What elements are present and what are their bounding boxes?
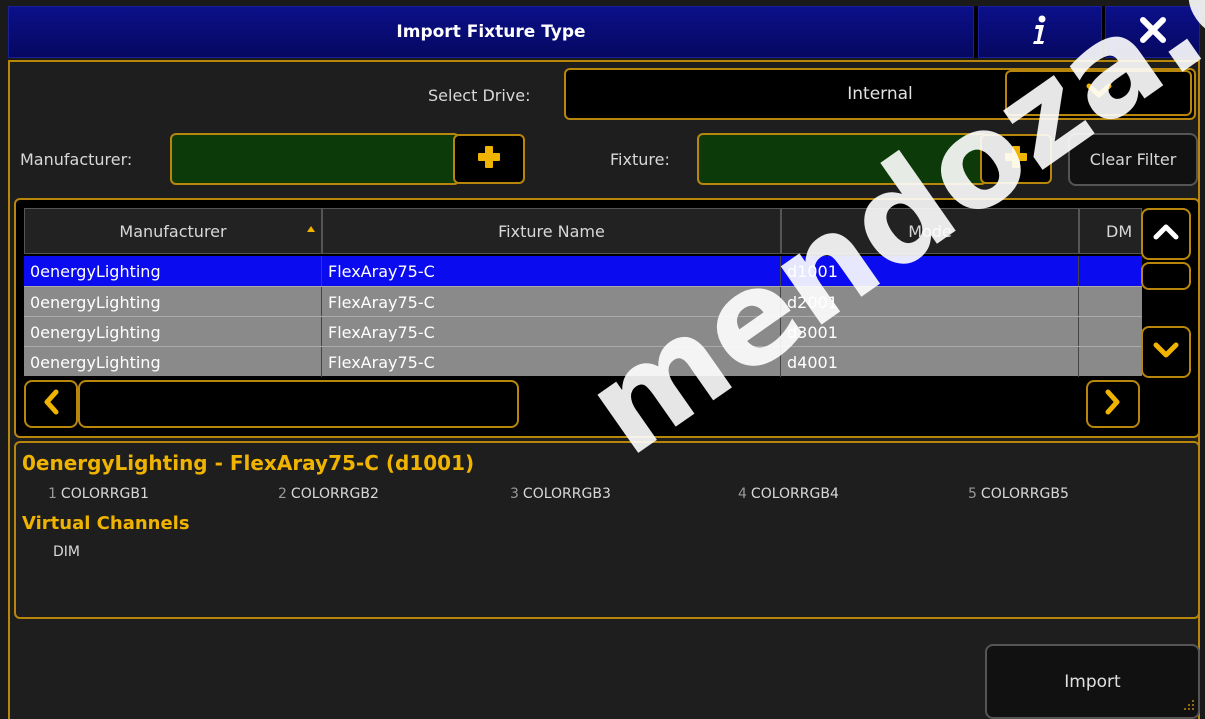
plus-icon	[477, 145, 501, 173]
fixture-details-title: 0energyLighting - FlexAray75-C (d1001)	[22, 451, 475, 475]
manufacturer-add-button[interactable]	[453, 134, 525, 184]
resize-grip-icon[interactable]	[1180, 698, 1196, 718]
channel-item: 5 COLORRGB5	[968, 486, 1069, 502]
cell-fixture-name: FlexAray75-C	[322, 347, 781, 377]
fixture-add-button[interactable]	[980, 134, 1052, 184]
drive-dropdown-button[interactable]	[1005, 70, 1192, 116]
table-row[interactable]: 0energyLighting FlexAray75-C d3001	[24, 316, 1142, 347]
chevron-down-icon	[1153, 341, 1179, 363]
virtual-channel-item: DIM	[53, 544, 80, 560]
channel-number: 3	[510, 486, 519, 502]
select-drive-value: Internal	[847, 84, 913, 104]
cell-manufacturer: 0energyLighting	[24, 287, 322, 317]
column-header-label: Manufacturer	[119, 221, 227, 241]
channel-number: 4	[738, 486, 747, 502]
cell-fixture-name: FlexAray75-C	[322, 317, 781, 347]
cell-mode: d4001	[781, 347, 1079, 377]
clear-filter-button[interactable]: Clear Filter	[1068, 133, 1198, 186]
chevron-right-icon	[1104, 389, 1122, 419]
channel-item: 2 COLORRGB2	[278, 486, 379, 502]
channel-item: 4 COLORRGB4	[738, 486, 839, 502]
horizontal-scroll-thumb[interactable]	[78, 380, 519, 428]
virtual-channels-title: Virtual Channels	[22, 513, 190, 534]
close-icon	[1139, 17, 1166, 47]
channel-number: 1	[48, 486, 57, 502]
sort-ascending-icon	[307, 217, 315, 236]
column-header-manufacturer[interactable]: Manufacturer	[24, 208, 322, 254]
chevron-down-icon	[1085, 82, 1113, 104]
channel-name: COLORRGB2	[290, 486, 379, 502]
close-button[interactable]	[1105, 6, 1200, 58]
table-row[interactable]: 0energyLighting FlexAray75-C d4001	[24, 346, 1142, 377]
column-header-fixture-name[interactable]: Fixture Name	[322, 208, 781, 254]
select-drive-label: Select Drive:	[428, 86, 531, 105]
cell-manufacturer: 0energyLighting	[24, 317, 322, 347]
cell-manufacturer: 0energyLighting	[24, 256, 322, 286]
vertical-scroll-thumb[interactable]	[1141, 262, 1191, 290]
info-icon	[1030, 15, 1050, 49]
cell-mode: d3001	[781, 317, 1079, 347]
fixture-table: Manufacturer Fixture Name Mode DM 0energ…	[14, 198, 1200, 438]
cell-mode: d1001	[781, 256, 1079, 286]
channel-name: COLORRGB1	[60, 486, 149, 502]
title-bar: Import Fixture Type	[8, 6, 1200, 58]
cell-fixture-name: FlexAray75-C	[322, 256, 781, 286]
cell-manufacturer: 0energyLighting	[24, 347, 322, 377]
channel-item: 3 COLORRGB3	[510, 486, 611, 502]
table-row[interactable]: 0energyLighting FlexAray75-C d1001	[24, 256, 1142, 286]
scroll-up-button[interactable]	[1141, 208, 1191, 260]
cell-fixture-name: FlexAray75-C	[322, 287, 781, 317]
import-button[interactable]: Import	[985, 644, 1200, 719]
channel-number: 2	[278, 486, 287, 502]
manufacturer-filter-input[interactable]	[170, 133, 460, 185]
scroll-right-button[interactable]	[1086, 380, 1140, 428]
scroll-down-button[interactable]	[1141, 326, 1191, 378]
chevron-left-icon	[42, 389, 60, 419]
plus-icon	[1004, 145, 1028, 173]
channel-name: COLORRGB4	[750, 486, 839, 502]
fixture-details-panel: 0energyLighting - FlexAray75-C (d1001) 1…	[14, 441, 1200, 619]
channel-item: 1 COLORRGB1	[48, 486, 149, 502]
scroll-left-button[interactable]	[24, 380, 78, 428]
fixture-filter-label: Fixture:	[610, 150, 670, 169]
info-button[interactable]	[978, 6, 1102, 58]
column-header-dmx[interactable]: DM	[1079, 208, 1142, 254]
chevron-up-icon	[1153, 223, 1179, 245]
dialog-title: Import Fixture Type	[8, 6, 974, 58]
channel-name: COLORRGB3	[522, 486, 611, 502]
cell-mode: d2001	[781, 287, 1079, 317]
manufacturer-filter-label: Manufacturer:	[20, 150, 133, 169]
fixture-filter-input[interactable]	[697, 133, 987, 185]
column-header-mode[interactable]: Mode	[781, 208, 1079, 254]
channel-name: COLORRGB5	[980, 486, 1069, 502]
channel-number: 5	[968, 486, 977, 502]
table-row[interactable]: 0energyLighting FlexAray75-C d2001	[24, 286, 1142, 317]
